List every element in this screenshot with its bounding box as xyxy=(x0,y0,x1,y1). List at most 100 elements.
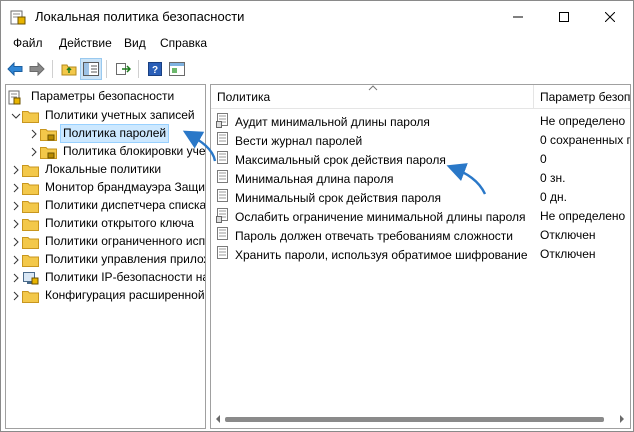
back-button[interactable] xyxy=(4,58,26,80)
tree-item-label: Политики IP-безопасности на "Локальный к… xyxy=(45,270,205,284)
scrollbar-thumb[interactable] xyxy=(225,417,604,422)
list-row[interactable]: Аудит минимальной длины пароля Не опреде… xyxy=(211,112,630,131)
tree-item-password-policy[interactable]: Политика паролей xyxy=(28,124,170,143)
policy-icon xyxy=(216,169,230,188)
folder-icon xyxy=(22,199,39,213)
tree-item-network-list[interactable]: Политики диспетчера списка сетей xyxy=(10,196,205,215)
tree-item-local-policies[interactable]: Локальные политики xyxy=(10,160,163,179)
list-pane: Политика Параметр безопасности Аудит мин… xyxy=(210,84,631,429)
horizontal-scrollbar[interactable] xyxy=(211,411,630,428)
menu-view[interactable]: Вид xyxy=(123,35,147,51)
help-button[interactable]: ? xyxy=(144,58,166,80)
back-icon xyxy=(7,62,23,76)
show-hide-tree-button[interactable] xyxy=(80,58,102,80)
security-policy-app-icon xyxy=(10,9,26,25)
list-header: Политика Параметр безопасности xyxy=(211,85,630,109)
policy-name: Минимальный срок действия пароля xyxy=(235,190,441,205)
policy-value: 0 сохраненных паролей xyxy=(540,133,630,147)
locked-folder-icon xyxy=(40,127,57,141)
tree-item-label: Политики управления приложениями xyxy=(45,252,205,266)
forward-icon xyxy=(29,62,45,76)
toolbar: ? xyxy=(1,55,633,83)
tree-item-app-control[interactable]: Политики управления приложениями xyxy=(10,250,205,269)
chevron-right-icon[interactable] xyxy=(10,214,22,233)
chevron-right-icon[interactable] xyxy=(28,142,40,161)
tree-item-software-restriction[interactable]: Политики ограниченного использования про… xyxy=(10,232,205,251)
list-row[interactable]: Минимальный срок действия пароля 0 дн. xyxy=(211,188,630,207)
tree-item-ip-security[interactable]: Политики IP-безопасности на "Локальный к… xyxy=(10,268,205,287)
policy-name: Максимальный срок действия пароля xyxy=(235,152,446,167)
maximize-icon xyxy=(559,12,569,22)
toolbar-separator xyxy=(106,60,107,78)
policy-value: Не определено xyxy=(540,114,626,128)
tree-item-label: Монитор брандмауэра Защитника Windows в … xyxy=(45,180,205,194)
chevron-right-icon[interactable] xyxy=(10,250,22,269)
chevron-right-icon[interactable] xyxy=(10,178,22,197)
chevron-right-icon[interactable] xyxy=(28,124,40,143)
maximize-button[interactable] xyxy=(541,1,587,33)
properties-button[interactable] xyxy=(166,58,188,80)
folder-icon xyxy=(22,289,39,303)
column-header-setting[interactable]: Параметр безопасности xyxy=(534,85,630,109)
up-folder-button[interactable] xyxy=(58,58,80,80)
menu-bar: Файл Действие Вид Справка xyxy=(1,33,633,53)
list-row[interactable]: Вести журнал паролей 0 сохраненных парол… xyxy=(211,131,630,150)
scroll-left-icon[interactable] xyxy=(214,415,222,423)
tree-root-label: Параметры безопасности xyxy=(31,89,175,103)
menu-help[interactable]: Справка xyxy=(159,35,208,51)
policy-name: Аудит минимальной длины пароля xyxy=(235,114,430,129)
list-row[interactable]: Пароль должен отвечать требованиям сложн… xyxy=(211,226,630,245)
help-icon: ? xyxy=(148,62,162,76)
app-window: Локальная политика безопасности Файл Дей… xyxy=(0,0,634,432)
policy-icon xyxy=(216,150,230,169)
tree-item-label: Политики открытого ключа xyxy=(45,216,194,230)
list-row[interactable]: Минимальная длина пароля 0 зн. xyxy=(211,169,630,188)
security-settings-icon xyxy=(8,90,25,104)
tree-item-advanced-audit[interactable]: Конфигурация расширенной политики аудита xyxy=(10,286,205,305)
close-button[interactable] xyxy=(587,1,633,33)
policy-icon xyxy=(216,131,230,150)
list-row[interactable]: Максимальный срок действия пароля 0 xyxy=(211,150,630,169)
policy-icon xyxy=(216,112,230,131)
tree-root[interactable]: Параметры безопасности xyxy=(8,87,176,106)
list-row[interactable]: Ослабить ограничение минимальной длины п… xyxy=(211,207,630,226)
chevron-right-icon[interactable] xyxy=(10,232,22,251)
chevron-right-icon[interactable] xyxy=(10,286,22,305)
window-title: Локальная политика безопасности xyxy=(35,9,245,24)
column-header-policy[interactable]: Политика xyxy=(211,85,531,109)
chevron-down-icon[interactable] xyxy=(10,106,22,125)
chevron-right-icon[interactable] xyxy=(10,160,22,179)
chevron-right-icon[interactable] xyxy=(10,268,22,287)
toolbar-separator xyxy=(138,60,139,78)
policy-icon xyxy=(216,226,230,245)
minimize-button[interactable] xyxy=(495,1,541,33)
policy-value: 0 дн. xyxy=(540,190,567,204)
list-row[interactable]: Хранить пароли, используя обратимое шифр… xyxy=(211,245,630,264)
close-icon xyxy=(605,12,615,22)
export-list-button[interactable] xyxy=(112,58,134,80)
toolbar-separator xyxy=(52,60,53,78)
policy-name: Пароль должен отвечать требованиям сложн… xyxy=(235,228,513,243)
policy-value: Не определено xyxy=(540,209,626,223)
tree-item-lockout-policy[interactable]: Политика блокировки учетной записи xyxy=(28,142,205,161)
tree-pane: Параметры безопасности Политики учетных … xyxy=(5,84,206,429)
minimize-icon xyxy=(513,16,523,18)
tree-item-account-policies[interactable]: Политики учетных записей xyxy=(10,106,197,125)
folder-icon xyxy=(22,253,39,267)
policy-value: 0 зн. xyxy=(540,171,566,185)
ip-security-icon xyxy=(22,271,39,285)
menu-action[interactable]: Действие xyxy=(58,35,113,51)
menu-file[interactable]: Файл xyxy=(12,35,44,51)
forward-button[interactable] xyxy=(26,58,48,80)
policy-value: 0 xyxy=(540,152,547,166)
policy-name: Минимальная длина пароля xyxy=(235,171,394,186)
tree-item-label: Локальные политики xyxy=(45,162,162,176)
policy-name: Хранить пароли, используя обратимое шифр… xyxy=(235,247,528,262)
scroll-right-icon[interactable] xyxy=(618,415,626,423)
tree-item-firewall-monitor[interactable]: Монитор брандмауэра Защитника Windows в … xyxy=(10,178,205,197)
policy-name: Вести журнал паролей xyxy=(235,133,363,148)
policy-icon xyxy=(216,245,230,264)
tree-item-public-key[interactable]: Политики открытого ключа xyxy=(10,214,196,233)
policy-icon xyxy=(216,188,230,207)
chevron-right-icon[interactable] xyxy=(10,196,22,215)
